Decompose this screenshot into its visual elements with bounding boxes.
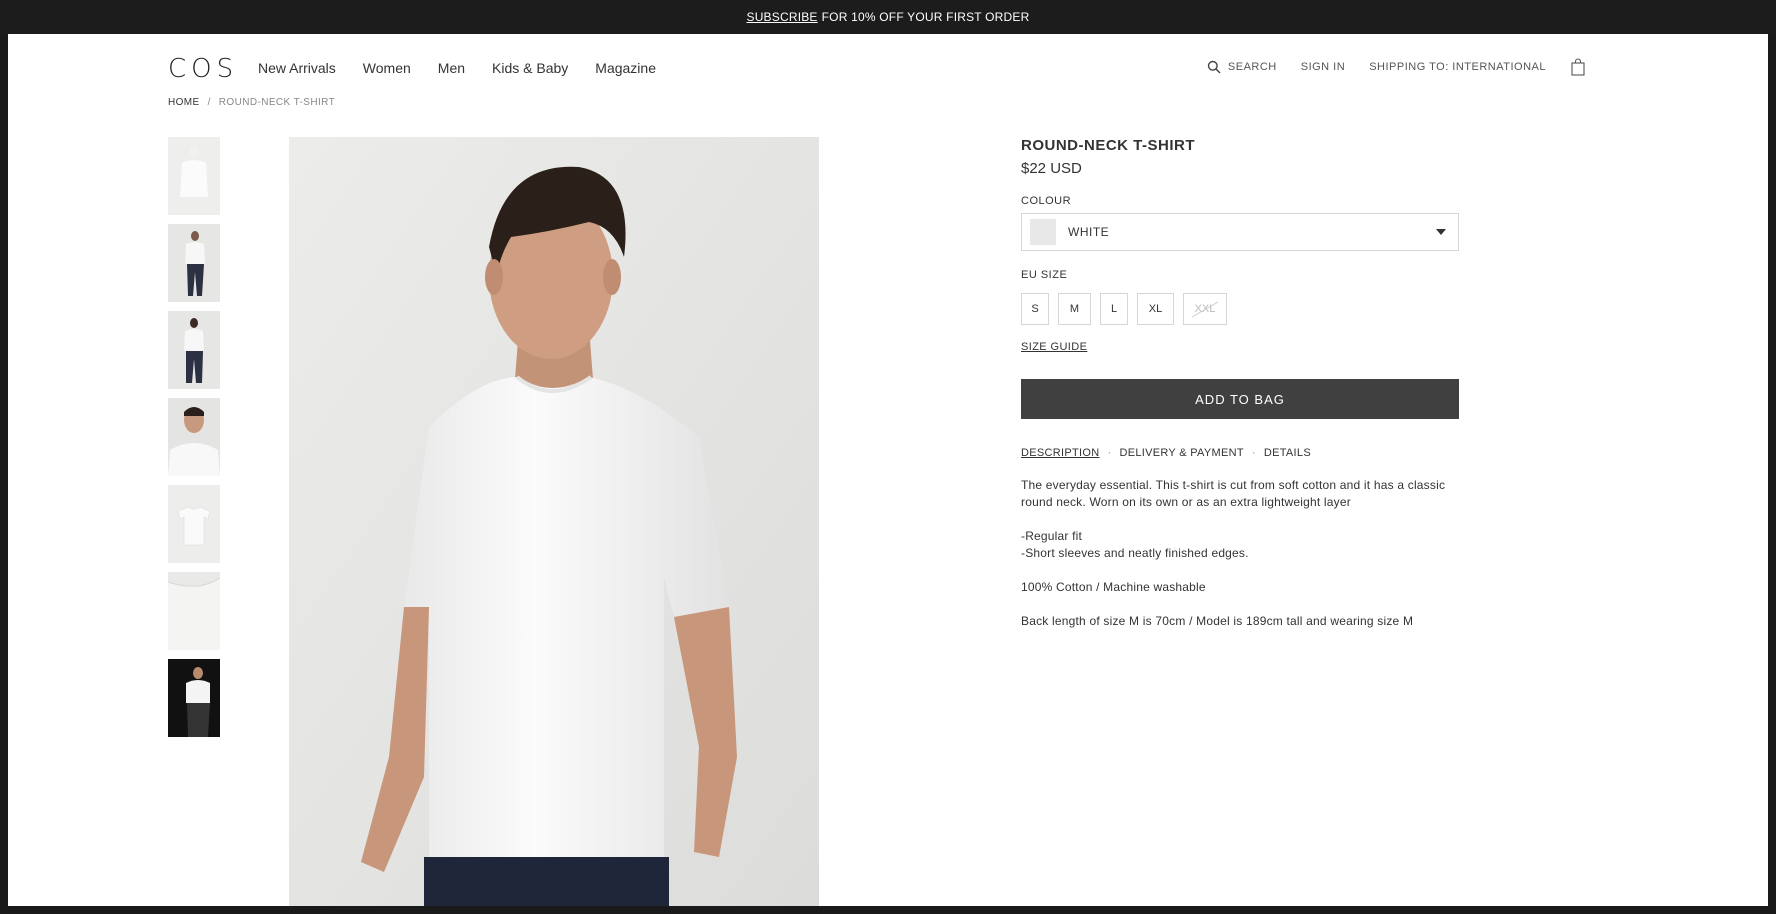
thumbnail-image	[168, 137, 220, 215]
nav-magazine[interactable]: Magazine	[595, 60, 656, 76]
sign-in-link[interactable]: SIGN IN	[1301, 61, 1345, 73]
shipping-selector[interactable]: SHIPPING TO: INTERNATIONAL	[1369, 61, 1546, 73]
size-guide-link[interactable]: SIZE GUIDE	[1021, 341, 1087, 353]
thumbnail-image	[168, 224, 220, 302]
description-material: 100% Cotton / Machine washable	[1021, 580, 1206, 594]
nav-new-arrivals[interactable]: New Arrivals	[258, 60, 336, 76]
size-s-button[interactable]: S	[1021, 293, 1049, 325]
nav-men[interactable]: Men	[438, 60, 465, 76]
description-fit-note: Back length of size M is 70cm / Model is…	[1021, 614, 1414, 628]
thumbnail-image	[168, 572, 220, 650]
size-label: EU SIZE	[1021, 269, 1068, 281]
thumbnail-image	[168, 485, 220, 563]
tab-separator: ·	[1251, 447, 1256, 459]
nav-women[interactable]: Women	[363, 60, 411, 76]
breadcrumb-home[interactable]: HOME	[168, 97, 200, 108]
size-xxl-button[interactable]: XXL	[1183, 293, 1227, 325]
add-to-bag-button[interactable]: ADD TO BAG	[1021, 379, 1459, 419]
cos-logo[interactable]: COS	[168, 54, 238, 84]
thumbnail-image	[168, 398, 220, 476]
thumbnail-1[interactable]	[168, 137, 220, 215]
breadcrumb-separator: /	[207, 97, 211, 108]
tab-details[interactable]: DETAILS	[1264, 447, 1311, 459]
product-description: The everyday essential. This t-shirt is …	[1021, 477, 1461, 630]
product-info: ROUND-NECK T-SHIRT $22 USD COLOUR WHITE …	[1021, 137, 1461, 647]
subscribe-link[interactable]: SUBSCRIBE	[746, 10, 817, 24]
colour-label: COLOUR	[1021, 195, 1072, 207]
colour-dropdown[interactable]: WHITE	[1021, 213, 1459, 251]
size-selector: S M L XL XXL	[1021, 293, 1461, 325]
main-product-image[interactable]	[289, 137, 819, 906]
size-xl-button[interactable]: XL	[1137, 293, 1174, 325]
product-title: ROUND-NECK T-SHIRT	[1021, 137, 1195, 154]
thumbnail-7[interactable]	[168, 659, 220, 737]
search-button[interactable]: SEARCH	[1207, 60, 1277, 74]
shopping-bag-icon[interactable]	[1570, 58, 1586, 76]
thumbnail-6[interactable]	[168, 572, 220, 650]
main-nav: New Arrivals Women Men Kids & Baby Magaz…	[258, 60, 656, 76]
model-photo	[289, 137, 819, 906]
utility-nav: SEARCH SIGN IN SHIPPING TO: INTERNATIONA…	[1207, 58, 1586, 76]
tab-separator: ·	[1107, 447, 1112, 459]
thumbnail-2[interactable]	[168, 224, 220, 302]
promo-text: FOR 10% OFF YOUR FIRST ORDER	[821, 10, 1030, 24]
description-paragraph: The everyday essential. This t-shirt is …	[1021, 478, 1446, 509]
thumbnail-3[interactable]	[168, 311, 220, 389]
search-label: SEARCH	[1227, 61, 1277, 73]
thumbnail-4[interactable]	[168, 398, 220, 476]
product-page: COS New Arrivals Women Men Kids & Baby M…	[8, 34, 1768, 906]
thumbnail-image	[168, 659, 220, 737]
size-m-button[interactable]: M	[1058, 293, 1091, 325]
nav-kids-baby[interactable]: Kids & Baby	[492, 60, 568, 76]
thumbnail-gallery	[168, 137, 220, 746]
promo-bar: SUBSCRIBE FOR 10% OFF YOUR FIRST ORDER	[0, 0, 1776, 34]
colour-value: WHITE	[1068, 225, 1110, 239]
info-tabs: DESCRIPTION · DELIVERY & PAYMENT · DETAI…	[1021, 447, 1461, 459]
thumbnail-image	[168, 311, 220, 389]
chevron-down-icon	[1436, 229, 1446, 235]
thumbnail-5[interactable]	[168, 485, 220, 563]
search-icon	[1207, 60, 1221, 74]
tab-delivery-payment[interactable]: DELIVERY & PAYMENT	[1119, 447, 1243, 459]
tab-description[interactable]: DESCRIPTION	[1021, 447, 1099, 459]
colour-swatch	[1030, 219, 1056, 245]
product-price: $22 USD	[1021, 160, 1082, 177]
breadcrumb-current: ROUND-NECK T-SHIRT	[218, 97, 336, 108]
size-l-button[interactable]: L	[1100, 293, 1128, 325]
description-features: -Regular fit -Short sleeves and neatly f…	[1021, 529, 1249, 560]
breadcrumb: HOME / ROUND-NECK T-SHIRT	[168, 97, 335, 108]
